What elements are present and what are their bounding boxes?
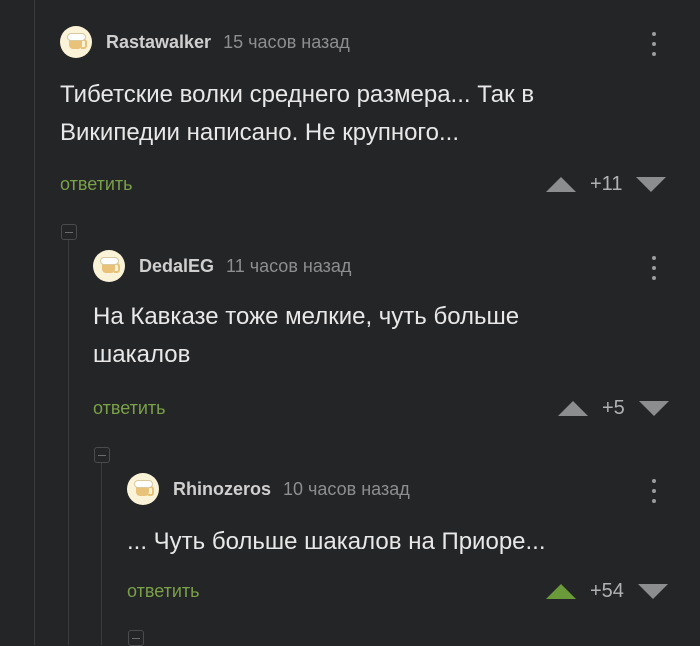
comment: Rhinozeros 10 часов назад ... Чуть больш… [127, 471, 700, 645]
username[interactable]: DedalEG [139, 256, 214, 277]
vote-controls: +11 [546, 172, 667, 196]
thread-line-level-2 [101, 463, 102, 645]
upvote-icon[interactable] [546, 583, 576, 599]
comment-header: Rhinozeros 10 часов назад [127, 471, 410, 507]
thread-line-level-1 [68, 240, 69, 645]
downvote-icon[interactable] [638, 400, 669, 416]
collapse-thread-button[interactable] [94, 447, 110, 463]
upvote-icon[interactable] [558, 400, 588, 416]
comment-text-line: Тибетские волки среднего размера... Так … [60, 81, 535, 108]
comment-text-line: ... Чуть больше шакалов на Приоре... [127, 528, 546, 555]
comment: Rastawalker 15 часов назад Тибетские вол… [60, 24, 700, 224]
comment-score: +11 [590, 172, 623, 195]
comment-score: +5 [602, 396, 625, 419]
comment-header: DedalEG 11 часов назад [93, 248, 351, 284]
upvote-icon[interactable] [546, 176, 576, 192]
comment-text: Тибетские волки среднего размера... Так … [60, 76, 534, 152]
downvote-icon[interactable] [636, 176, 667, 192]
comment-text: На Кавказе тоже мелкие, чуть больше шака… [93, 298, 519, 374]
username[interactable]: Rhinozeros [173, 479, 271, 500]
more-options-icon[interactable] [651, 479, 657, 503]
more-options-icon[interactable] [651, 256, 657, 280]
avatar[interactable] [127, 473, 159, 505]
reply-link[interactable]: ответить [60, 174, 133, 195]
comment: DedalEG 11 часов назад На Кавказе тоже м… [93, 248, 700, 448]
collapse-thread-button[interactable] [61, 224, 77, 240]
avatar[interactable] [93, 250, 125, 282]
avatar[interactable] [60, 26, 92, 58]
comment-text-line: шакалов [93, 341, 191, 368]
comment-text: ... Чуть больше шакалов на Приоре... [127, 523, 546, 561]
thread-line-level-0 [34, 0, 35, 645]
username[interactable]: Rastawalker [106, 32, 211, 53]
comment-text-line: На Кавказе тоже мелкие, чуть больше [93, 303, 520, 330]
downvote-icon[interactable] [637, 583, 668, 599]
vote-controls: +5 [558, 396, 669, 420]
comment-score: +54 [590, 579, 624, 602]
comment-text-line: Википедии написано. Не крупного... [60, 119, 460, 146]
more-options-icon[interactable] [651, 32, 657, 56]
comment-time: 11 часов назад [226, 255, 352, 276]
comment-header: Rastawalker 15 часов назад [60, 24, 350, 60]
comment-time: 10 часов назад [283, 478, 410, 499]
comment-time: 15 часов назад [223, 31, 350, 52]
reply-link[interactable]: ответить [93, 398, 166, 419]
vote-controls: +54 [546, 579, 668, 603]
reply-link[interactable]: ответить [127, 581, 200, 602]
